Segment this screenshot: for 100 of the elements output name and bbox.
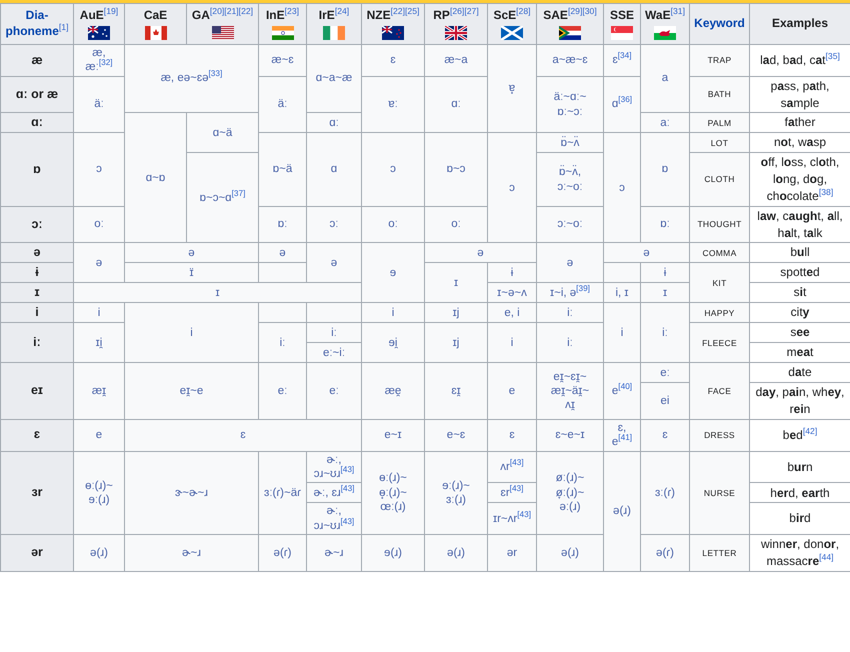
table-cell: ɛ <box>488 419 536 452</box>
table-cell: ɛ$^{[34]}$ <box>604 44 640 76</box>
table-cell: ɨ <box>640 262 690 283</box>
flag-icon <box>445 26 467 40</box>
row-header: ɪ <box>0 282 74 303</box>
table-cell: æɪ̯ <box>74 362 124 420</box>
table-cell: i <box>362 302 424 323</box>
column-header: IrE$^{[24]}$ <box>318 8 350 24</box>
table-cell: ɒː <box>258 206 306 243</box>
example-cell: see <box>750 322 850 343</box>
table-cell: ɔː~oː <box>536 206 604 243</box>
keyword-cell: NURSE <box>690 451 750 535</box>
table-cell: ə(ɹ) <box>424 534 488 572</box>
table-cell: i <box>488 322 536 363</box>
table-cell: ɪj <box>424 302 488 323</box>
table-cell: ɐː <box>362 76 424 133</box>
table-cell: æe̯ <box>362 362 424 420</box>
table-cell: ə <box>258 242 306 263</box>
example-cell: burn <box>750 451 850 483</box>
table-cell: ɑ <box>306 132 362 206</box>
table-cell: i <box>604 302 640 363</box>
table-cell: æ~a <box>424 44 488 76</box>
row-header: ər <box>0 534 74 572</box>
column-header: Examples <box>770 16 830 32</box>
example-cell: winner, donor, massacre$^{[44]}$ <box>750 534 850 572</box>
table-cell: ɑː <box>306 112 362 133</box>
table-cell: eɪ̯~e <box>124 362 258 420</box>
table-cell: ɒ~ä <box>258 132 306 206</box>
table-cell: ɪ~i, ə$^{[39]}$ <box>536 282 604 303</box>
table-cell: ɵː(ɹ)~ ɵ̟ː(ɹ)~ œː(ɹ) <box>362 451 424 535</box>
table-cell: ɑ~a~æ <box>306 44 362 113</box>
table-cell: ɒ~ɔ~ɑ$^{[37]}$ <box>186 152 258 243</box>
example-cell: city <box>750 302 850 323</box>
table-cell: ə(ɾ) <box>640 534 690 572</box>
example-cell: father <box>750 112 850 133</box>
table-cell: ɑː <box>424 76 488 133</box>
keyword-cell: LETTER <box>690 534 750 572</box>
table-cell: ɚː, ɔɹ~ʊɹ$^{[43]}$ <box>306 451 362 483</box>
table-cell: ɛɪ̯ <box>424 362 488 420</box>
column-header: SAE$^{[29][30]}$ <box>542 8 598 24</box>
table-cell: ɒ̈~ʌ̈, ɔː~oː <box>536 152 604 206</box>
table-cell: ɑ$^{[36]}$ <box>604 76 640 133</box>
table-cell: e, i <box>488 302 536 323</box>
table-cell: ɑ~ä <box>186 112 258 153</box>
example-cell: lad, bad, cat$^{[35]}$ <box>750 44 850 76</box>
column-header: GA$^{[20][21][22]}$ <box>190 8 254 24</box>
table-cell: ər <box>488 534 536 572</box>
flag-icon <box>611 26 633 40</box>
table-cell: ə(ɹ) <box>604 451 640 572</box>
table-cell: ɜː(ɾ)~äɾ <box>258 451 306 535</box>
row-header: æ <box>0 44 74 76</box>
table-cell: iː <box>306 322 362 343</box>
table-cell: e~ɛ <box>424 419 488 452</box>
example-cell: day, pain, whey, rein <box>750 382 850 420</box>
table-cell: oː <box>424 206 488 243</box>
flag-icon <box>144 26 166 40</box>
flag-icon <box>501 26 523 40</box>
table-cell: eː <box>306 362 362 420</box>
table-cell: æ, eə~ɛə$^{[33]}$ <box>124 44 258 113</box>
table-cell: e$^{[40]}$ <box>604 362 640 420</box>
flag-icon <box>88 26 110 40</box>
table-cell: ɔ <box>362 132 424 206</box>
table-cell: ʌr$^{[43]}$ <box>488 451 536 483</box>
table-cell: ɔ <box>74 132 124 206</box>
table-cell: i <box>124 302 258 363</box>
keyword-cell: DRESS <box>690 419 750 452</box>
table-cell: øː(ɹ)~ ø̞ː(ɹ)~ əː(ɹ) <box>536 451 604 535</box>
table-cell: ə <box>74 242 124 283</box>
example-cell: off, loss, cloth, long, dog, chocolate$^{[38]}$ <box>750 152 850 206</box>
table-cell: ɘː(ɹ)~ ɜː(ɹ) <box>424 451 488 535</box>
keyword-cell: PALM <box>690 112 750 133</box>
table-cell: e <box>488 362 536 420</box>
table-cell: iː <box>536 302 604 323</box>
table-cell: ei <box>640 382 690 420</box>
table-cell: ɛ <box>362 44 424 76</box>
table-cell: ə(ɾ) <box>258 534 306 572</box>
table-cell: ɪ̈ <box>124 262 258 283</box>
table-cell: ɚː, ɛɹ$^{[43]}$ <box>306 482 362 503</box>
table-cell: ɚː, ɔɹ~ʊɹ$^{[43]}$ <box>306 502 362 535</box>
table-cell <box>258 302 306 323</box>
column-header: ScE$^{[28]}$ <box>492 8 532 24</box>
row-header: eɪ <box>0 362 74 420</box>
table-cell: ə <box>424 242 536 263</box>
table-cell: a~æ~ɛ <box>536 44 604 76</box>
table-cell: ɔ <box>604 132 640 243</box>
flag-icon <box>212 26 234 40</box>
table-cell: ɛ <box>640 419 690 452</box>
table-cell: ɒ̈~ʌ̈ <box>536 132 604 153</box>
table-cell: ɚ~ɹ <box>306 534 362 572</box>
table-cell: oː <box>362 206 424 243</box>
table-cell: äː <box>258 76 306 133</box>
keyword-cell: KIT <box>690 262 750 303</box>
row-header: ɔː <box>0 206 74 243</box>
table-cell: ɜː(ɾ) <box>640 451 690 535</box>
table-cell: ə(ɹ) <box>536 534 604 572</box>
column-header: InE$^{[23]}$ <box>264 8 300 24</box>
table-cell: a <box>640 44 690 113</box>
table-cell: ə <box>536 242 604 283</box>
column-header: WaE$^{[31]}$ <box>644 8 686 24</box>
flag-icon <box>654 26 676 40</box>
